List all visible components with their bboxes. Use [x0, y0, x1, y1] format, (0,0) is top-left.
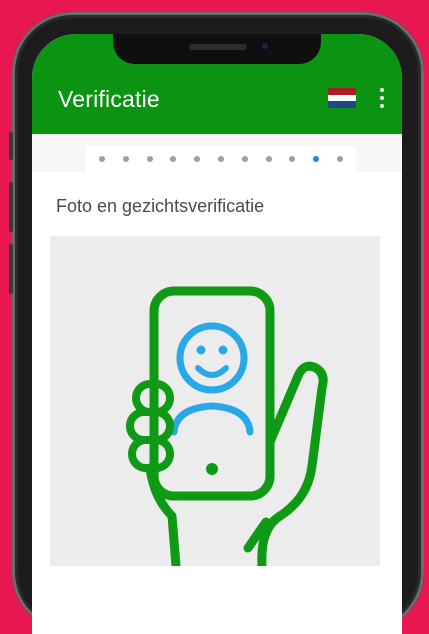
bottom-area: [32, 579, 402, 634]
step-dot: [122, 156, 129, 162]
phone-volume-down: [9, 244, 13, 294]
step-dot: [241, 156, 248, 162]
step-dot: [337, 156, 344, 162]
front-camera: [259, 40, 271, 52]
phone-side-button: [9, 132, 13, 160]
step-dot: [217, 156, 224, 162]
speaker-grille: [189, 44, 247, 50]
step-progress-area: [32, 134, 402, 172]
step-indicator: [86, 146, 356, 172]
illustration-panel: [50, 236, 380, 571]
step-dot: [146, 156, 153, 162]
phone-volume-up: [9, 182, 13, 232]
step-dot-active: [313, 156, 320, 162]
step-dot: [98, 156, 105, 162]
phone-screen: Verificatie Foto en gezichtsverificatie: [32, 34, 402, 634]
step-dot: [194, 156, 201, 162]
step-dot: [289, 156, 296, 162]
phone-notch: [113, 34, 321, 64]
netherlands-flag-icon[interactable]: [328, 88, 356, 108]
page-title: Verificatie: [58, 86, 160, 112]
section-title: Foto en gezichtsverificatie: [56, 196, 265, 216]
hand-holding-phone-selfie-icon: [126, 286, 328, 571]
step-dot: [170, 156, 177, 162]
step-dot: [265, 156, 272, 162]
more-vert-icon[interactable]: [377, 86, 387, 110]
